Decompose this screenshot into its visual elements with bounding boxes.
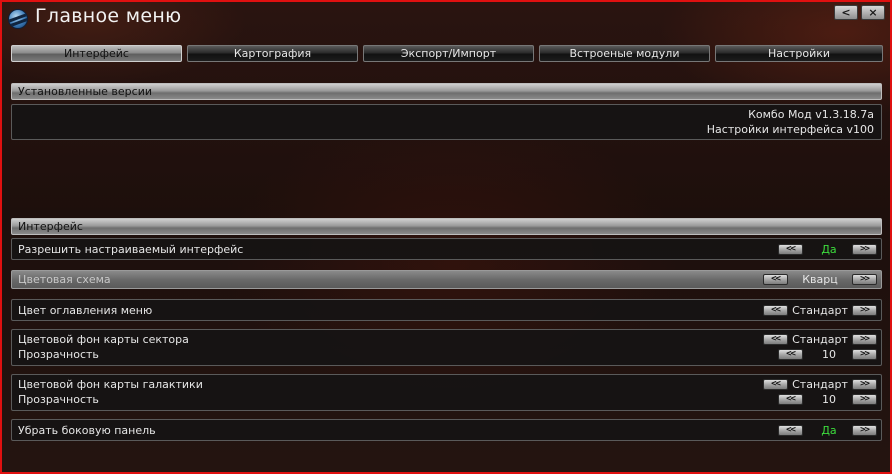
- versions-section-header: Установленные версии: [11, 83, 882, 100]
- sector-map-bg-next-button[interactable]: >>: [852, 334, 877, 345]
- galaxy-map-bg-value: Стандарт: [792, 378, 848, 391]
- galaxy-map-bg-label: Цветовой фон карты галактики: [18, 378, 203, 391]
- galaxy-map-opacity-value: 10: [822, 393, 836, 406]
- galaxy-map-group: Цветовой фон карты галактики << Стандарт…: [11, 374, 882, 411]
- tab-interface[interactable]: Интерфейс: [11, 45, 182, 62]
- galaxy-map-bg-next-button[interactable]: >>: [852, 379, 877, 390]
- close-button[interactable]: ×: [861, 5, 885, 20]
- custom-ui-row: Разрешить настраиваемый интерфейс << Да …: [11, 238, 882, 260]
- game-logo-icon: [8, 9, 28, 29]
- versions-panel: Комбо Мод v1.3.18.7a Настройки интерфейс…: [11, 104, 882, 140]
- menu-header-color-value: Стандарт: [792, 304, 848, 317]
- custom-ui-label: Разрешить настраиваемый интерфейс: [18, 243, 244, 256]
- combo-mod-version: Комбо Мод v1.3.18.7a: [748, 108, 874, 121]
- sector-map-opacity-value: 10: [822, 348, 836, 361]
- main-menu-window: Главное меню < × Интерфейс Картография Э…: [0, 0, 892, 474]
- custom-ui-prev-button[interactable]: <<: [778, 244, 803, 255]
- hide-side-panel-label: Убрать боковую панель: [18, 424, 156, 437]
- tab-settings[interactable]: Настройки: [715, 45, 883, 62]
- custom-ui-next-button[interactable]: >>: [852, 244, 877, 255]
- sector-map-opacity-next-button[interactable]: >>: [852, 349, 877, 360]
- hide-side-panel-prev-button[interactable]: <<: [778, 425, 803, 436]
- back-button[interactable]: <: [834, 5, 858, 20]
- sector-map-group: Цветовой фон карты сектора << Стандарт >…: [11, 329, 882, 366]
- color-scheme-value: Кварц: [802, 273, 838, 286]
- color-scheme-next-button[interactable]: >>: [852, 274, 877, 285]
- hide-side-panel-row: Убрать боковую панель << Да >>: [11, 419, 882, 441]
- color-scheme-label: Цветовая схема: [18, 273, 111, 286]
- sector-map-bg-value: Стандарт: [792, 333, 848, 346]
- galaxy-map-opacity-label: Прозрачность: [18, 393, 99, 406]
- custom-ui-value: Да: [821, 243, 837, 256]
- interface-section-header: Интерфейс: [11, 218, 882, 235]
- sector-map-opacity-label: Прозрачность: [18, 348, 99, 361]
- galaxy-map-opacity-prev-button[interactable]: <<: [778, 394, 803, 405]
- sector-map-bg-prev-button[interactable]: <<: [763, 334, 788, 345]
- menu-header-color-label: Цвет оглавления меню: [18, 304, 153, 317]
- tab-builtin-modules[interactable]: Встроеные модули: [539, 45, 710, 62]
- color-scheme-prev-button[interactable]: <<: [763, 274, 788, 285]
- menu-header-color-next-button[interactable]: >>: [852, 305, 877, 316]
- color-scheme-row[interactable]: Цветовая схема << Кварц >>: [11, 270, 882, 289]
- galaxy-map-opacity-next-button[interactable]: >>: [852, 394, 877, 405]
- sector-map-bg-label: Цветовой фон карты сектора: [18, 333, 189, 346]
- hide-side-panel-value: Да: [821, 424, 837, 437]
- tab-cartography[interactable]: Картография: [187, 45, 358, 62]
- menu-header-color-row: Цвет оглавления меню << Стандарт >>: [11, 299, 882, 321]
- window-title: Главное меню: [35, 5, 182, 27]
- tab-export-import[interactable]: Экспорт/Импорт: [363, 45, 534, 62]
- sector-map-opacity-prev-button[interactable]: <<: [778, 349, 803, 360]
- hide-side-panel-next-button[interactable]: >>: [852, 425, 877, 436]
- ui-settings-version: Настройки интерфейса v100: [706, 123, 874, 136]
- menu-header-color-prev-button[interactable]: <<: [763, 305, 788, 316]
- galaxy-map-bg-prev-button[interactable]: <<: [763, 379, 788, 390]
